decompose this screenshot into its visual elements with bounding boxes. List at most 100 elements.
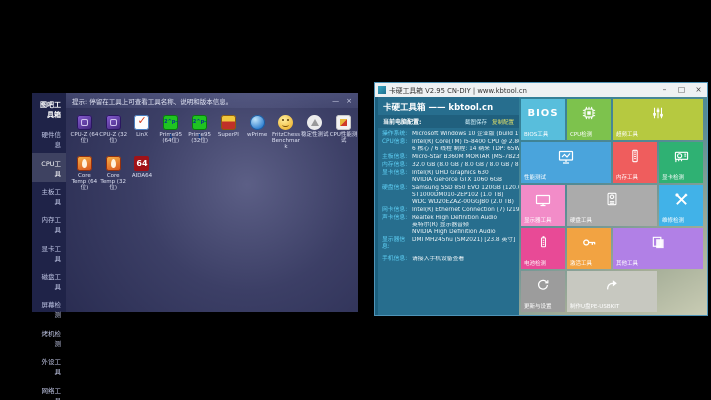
minimize-button[interactable]: – bbox=[656, 83, 673, 97]
tool-label: 稳定性测试 bbox=[300, 132, 329, 138]
panel-subheader-row: 当前电脑配置: 截图保存 复制配置 bbox=[378, 115, 519, 128]
tool-cputest[interactable]: CPU性能测试 bbox=[329, 115, 358, 151]
tool-fritz[interactable]: FritzChess Benchmark bbox=[272, 115, 301, 151]
monitor-icon bbox=[521, 149, 611, 165]
ram-icon bbox=[613, 149, 657, 163]
tool-label: CPU性能测试 bbox=[329, 132, 358, 144]
minimize-button[interactable]: — bbox=[332, 97, 339, 105]
phone-info-row: 手机信息: 请接入手机设备查看 bbox=[378, 252, 519, 263]
tool-linx[interactable]: LinX bbox=[128, 115, 157, 151]
info-row: CPU信息:Intel(R) Core(TM) i5-8400 CPU @ 2.… bbox=[382, 139, 515, 153]
info-row: 网卡信息:Intel(R) Ethernet Connection (7) I2… bbox=[382, 207, 515, 214]
tool-label: CPU-Z (64位) bbox=[70, 132, 99, 144]
gpu-icon bbox=[659, 149, 703, 164]
tile-ram[interactable]: 内存工具 bbox=[613, 142, 657, 183]
sidebar-item-9[interactable]: 网络工具 bbox=[32, 380, 66, 400]
info-label: CPU信息: bbox=[382, 139, 412, 153]
info-value: 32.0 GB (8.0 GB / 8.0 GB / 8.0 GB / 8.0 … bbox=[412, 162, 537, 169]
cputest-icon bbox=[336, 115, 351, 130]
tile-battery[interactable]: 电池检测 bbox=[521, 228, 565, 269]
kbtool-titlebar: 卡硬工具箱 V2.95 CN-DIY | www.kbtool.cn – □ × bbox=[375, 83, 707, 97]
tool-cpuz[interactable]: CPU-Z (32位) bbox=[99, 115, 128, 151]
sidebar-item-5[interactable]: 磁盘工具 bbox=[32, 267, 66, 295]
tile-sliders[interactable]: 超频工具 bbox=[613, 99, 703, 140]
tool-wprime[interactable]: wPrime bbox=[243, 115, 272, 151]
phone-info-value: 请接入手机设备查看 bbox=[412, 256, 515, 263]
tool-aida[interactable]: 64AIDA64 bbox=[128, 156, 157, 192]
info-row: 操作系统:Microsoft Windows 10 企业版 (build 190… bbox=[382, 131, 515, 138]
close-button[interactable]: × bbox=[346, 97, 352, 105]
maximize-button[interactable]: □ bbox=[673, 83, 690, 97]
info-label: 网卡信息: bbox=[382, 207, 412, 214]
info-row: 主板信息:Micro-Star B360M MORTAR (MS-7B23) bbox=[382, 154, 515, 161]
display-icon bbox=[521, 192, 565, 208]
tile-label: 性能测试 bbox=[524, 173, 546, 181]
sidebar-item-3[interactable]: 内存工具 bbox=[32, 210, 66, 238]
tool-prime[interactable]: 2^p-1Prime95 (32位) bbox=[185, 115, 214, 151]
toolbox-content: 提示: 停留在工具上可查看工具名称、说明和版本信息。 — × CPU-Z (64… bbox=[66, 93, 358, 312]
info-value: DMI MH245hu (SM2021) [23.8 英寸] bbox=[412, 237, 515, 244]
tile-display[interactable]: 显示器工具 bbox=[521, 185, 565, 226]
info-value: Intel(R) UHD Graphics 630 bbox=[412, 170, 515, 177]
tile-label: BIOS工具 bbox=[524, 130, 548, 138]
tile-monitor[interactable]: 性能测试 bbox=[521, 142, 611, 183]
info-value: Samsung SSD 850 EVO 120GB (120.0 GB) bbox=[412, 185, 534, 192]
info-row: 显卡信息:Intel(R) UHD Graphics 630NVIDIA GeF… bbox=[382, 170, 515, 184]
phone-info-label: 手机信息: bbox=[382, 256, 412, 263]
toolbox-sidebar: 图吧工具箱 硬件信息CPU工具主板工具内存工具显卡工具磁盘工具屏幕检测烤机检测外… bbox=[32, 93, 66, 312]
info-label: 内存信息: bbox=[382, 162, 412, 169]
aida-icon: 64 bbox=[134, 156, 149, 171]
sidebar-item-7[interactable]: 烤机检测 bbox=[32, 324, 66, 352]
sidebar-item-6[interactable]: 屏幕检测 bbox=[32, 295, 66, 323]
tile-label: 更新与设置 bbox=[524, 302, 552, 310]
tile-cpu[interactable]: CPU检测 bbox=[567, 99, 611, 140]
hint-text: 提示: 停留在工具上可查看工具名称、说明和版本信息。 bbox=[72, 96, 325, 106]
sidebar-item-8[interactable]: 外设工具 bbox=[32, 352, 66, 380]
sidebar-item-0[interactable]: 硬件信息 bbox=[32, 125, 66, 153]
info-label: 主板信息: bbox=[382, 154, 412, 161]
tool-label: wPrime bbox=[243, 132, 272, 138]
refresh-icon bbox=[521, 278, 565, 292]
tile-label: CPU检测 bbox=[570, 130, 592, 138]
tile-tools[interactable]: 维修检测 bbox=[659, 185, 703, 226]
info-label: 显卡信息: bbox=[382, 170, 412, 184]
tile-label: 内存工具 bbox=[616, 173, 638, 181]
tool-superpi[interactable]: SuperPI bbox=[214, 115, 243, 151]
tile-arrow[interactable]: 制作U盘PE-USBKIT bbox=[567, 271, 657, 312]
sidebar-item-4[interactable]: 显卡工具 bbox=[32, 239, 66, 267]
tool-coretemp[interactable]: Core Temp (32位) bbox=[99, 156, 128, 192]
info-value: Intel(R) Core(TM) i5-8400 CPU @ 2.80GHz bbox=[412, 139, 534, 146]
copy-icon bbox=[613, 235, 703, 250]
tile-bios[interactable]: BIOSBIOS工具 bbox=[521, 99, 565, 140]
tool-cpuz[interactable]: CPU-Z (64位) bbox=[70, 115, 99, 151]
info-label: 显示器信息: bbox=[382, 237, 412, 251]
tile-hdd[interactable]: 硬盘工具 bbox=[567, 185, 657, 226]
info-row: 声卡信息:Realtek High Definition Audio英特尔(R)… bbox=[382, 215, 515, 236]
tile-gpu[interactable]: 显卡检测 bbox=[659, 142, 703, 183]
info-row: 显示器信息:DMI MH245hu (SM2021) [23.8 英寸] bbox=[382, 237, 515, 251]
desktop: 图吧工具箱 硬件信息CPU工具主板工具内存工具显卡工具磁盘工具屏幕检测烤机检测外… bbox=[0, 0, 711, 400]
tool-label: Core Temp (64位) bbox=[70, 173, 99, 192]
key-icon bbox=[567, 235, 611, 250]
tile-refresh[interactable]: 更新与设置 bbox=[521, 271, 565, 312]
coretemp-icon bbox=[77, 156, 92, 171]
tool-label: Core Temp (32位) bbox=[99, 173, 128, 192]
tool-prime[interactable]: 2^p-1Prime95 (64位) bbox=[156, 115, 185, 151]
tool-warn[interactable]: 稳定性测试 bbox=[300, 115, 329, 151]
info-value: ST1000DM010-2EP102 (1.0 TB) bbox=[412, 192, 534, 199]
info-value: 6 核心 / 6 线程 制程: 14 纳米 TDP: 65W bbox=[412, 146, 534, 153]
wprime-icon bbox=[250, 115, 265, 130]
tile-label: 激活工具 bbox=[570, 259, 592, 267]
tile-copy[interactable]: 其他工具 bbox=[613, 228, 703, 269]
close-button[interactable]: × bbox=[690, 83, 707, 97]
tool-label: CPU-Z (32位) bbox=[99, 132, 128, 144]
screenshot-link[interactable]: 截图保存 bbox=[465, 118, 487, 126]
tool-coretemp[interactable]: Core Temp (64位) bbox=[70, 156, 99, 192]
copy-config-link[interactable]: 复制配置 bbox=[492, 118, 514, 126]
kbtool-body: 卡硬工具箱 —— kbtool.cn 当前电脑配置: 截图保存 复制配置 操作系… bbox=[375, 97, 707, 315]
sidebar-item-2[interactable]: 主板工具 bbox=[32, 182, 66, 210]
window-title: 卡硬工具箱 V2.95 CN-DIY | www.kbtool.cn bbox=[389, 85, 656, 95]
prime-icon: 2^p-1 bbox=[192, 115, 207, 130]
sidebar-item-1[interactable]: CPU工具 bbox=[32, 153, 66, 181]
tile-key[interactable]: 激活工具 bbox=[567, 228, 611, 269]
